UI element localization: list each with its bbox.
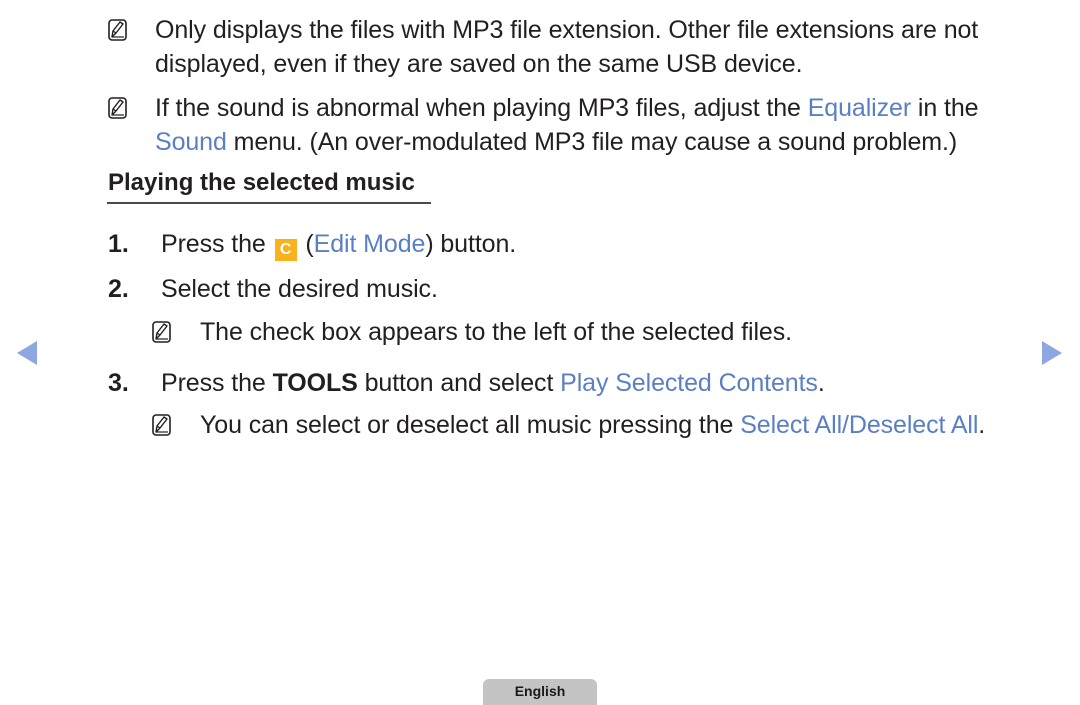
step-text-part: Press the [161, 230, 273, 258]
note-text: in the [911, 94, 979, 122]
note-icon [152, 321, 171, 343]
note-text-line: The check box appears to the left of the… [200, 318, 792, 346]
note-text-line: Only displays the files with MP3 file ex… [155, 16, 979, 44]
heading-underline [107, 202, 431, 204]
sound-menu-link: Sound [155, 128, 227, 156]
triangle-right-icon[interactable] [1042, 341, 1062, 365]
note-text: If the sound is abnormal when playing MP… [155, 94, 808, 122]
step-text: Select the desired music. [161, 275, 438, 303]
step-number: 1. [108, 230, 129, 258]
step-text-part: Press the [161, 369, 273, 397]
note-text-line: You can select or deselect all music pre… [200, 410, 985, 440]
step-text: Press the C (Edit Mode) button. [161, 229, 516, 261]
step-text-part: ) button. [425, 230, 517, 258]
step-text-part: ( [298, 230, 314, 258]
play-selected-contents-link: Play Selected Contents [560, 369, 818, 397]
equalizer-link: Equalizer [807, 94, 912, 122]
step-text: Press the TOOLS button and select Play S… [161, 368, 825, 398]
c-key-icon: C [274, 239, 297, 261]
note-text: You can select or deselect all music pre… [200, 411, 741, 439]
language-tab: English [483, 679, 597, 705]
note-icon [108, 19, 127, 41]
note-icon [108, 97, 127, 119]
note-text-line: Sound menu. (An over-modulated MP3 file … [155, 127, 957, 157]
step-text-part: . [817, 369, 825, 397]
note-icon [152, 414, 171, 436]
triangle-left-icon[interactable] [17, 341, 37, 365]
note-text: . [978, 411, 986, 439]
step-number: 2. [108, 275, 129, 303]
section-heading: Playing the selected music [108, 169, 415, 196]
note-text: menu. (An over-modulated MP3 file may ca… [226, 128, 958, 156]
note-text-line: If the sound is abnormal when playing MP… [155, 93, 979, 123]
note-text-line: displayed, even if they are saved on the… [155, 50, 803, 78]
step-number: 3. [108, 369, 129, 397]
select-all-deselect-all-link: Select All/Deselect All [740, 411, 979, 439]
tools-button-label: TOOLS [272, 369, 358, 397]
edit-mode-link: Edit Mode [313, 230, 426, 258]
step-text-part: button and select [357, 369, 561, 397]
